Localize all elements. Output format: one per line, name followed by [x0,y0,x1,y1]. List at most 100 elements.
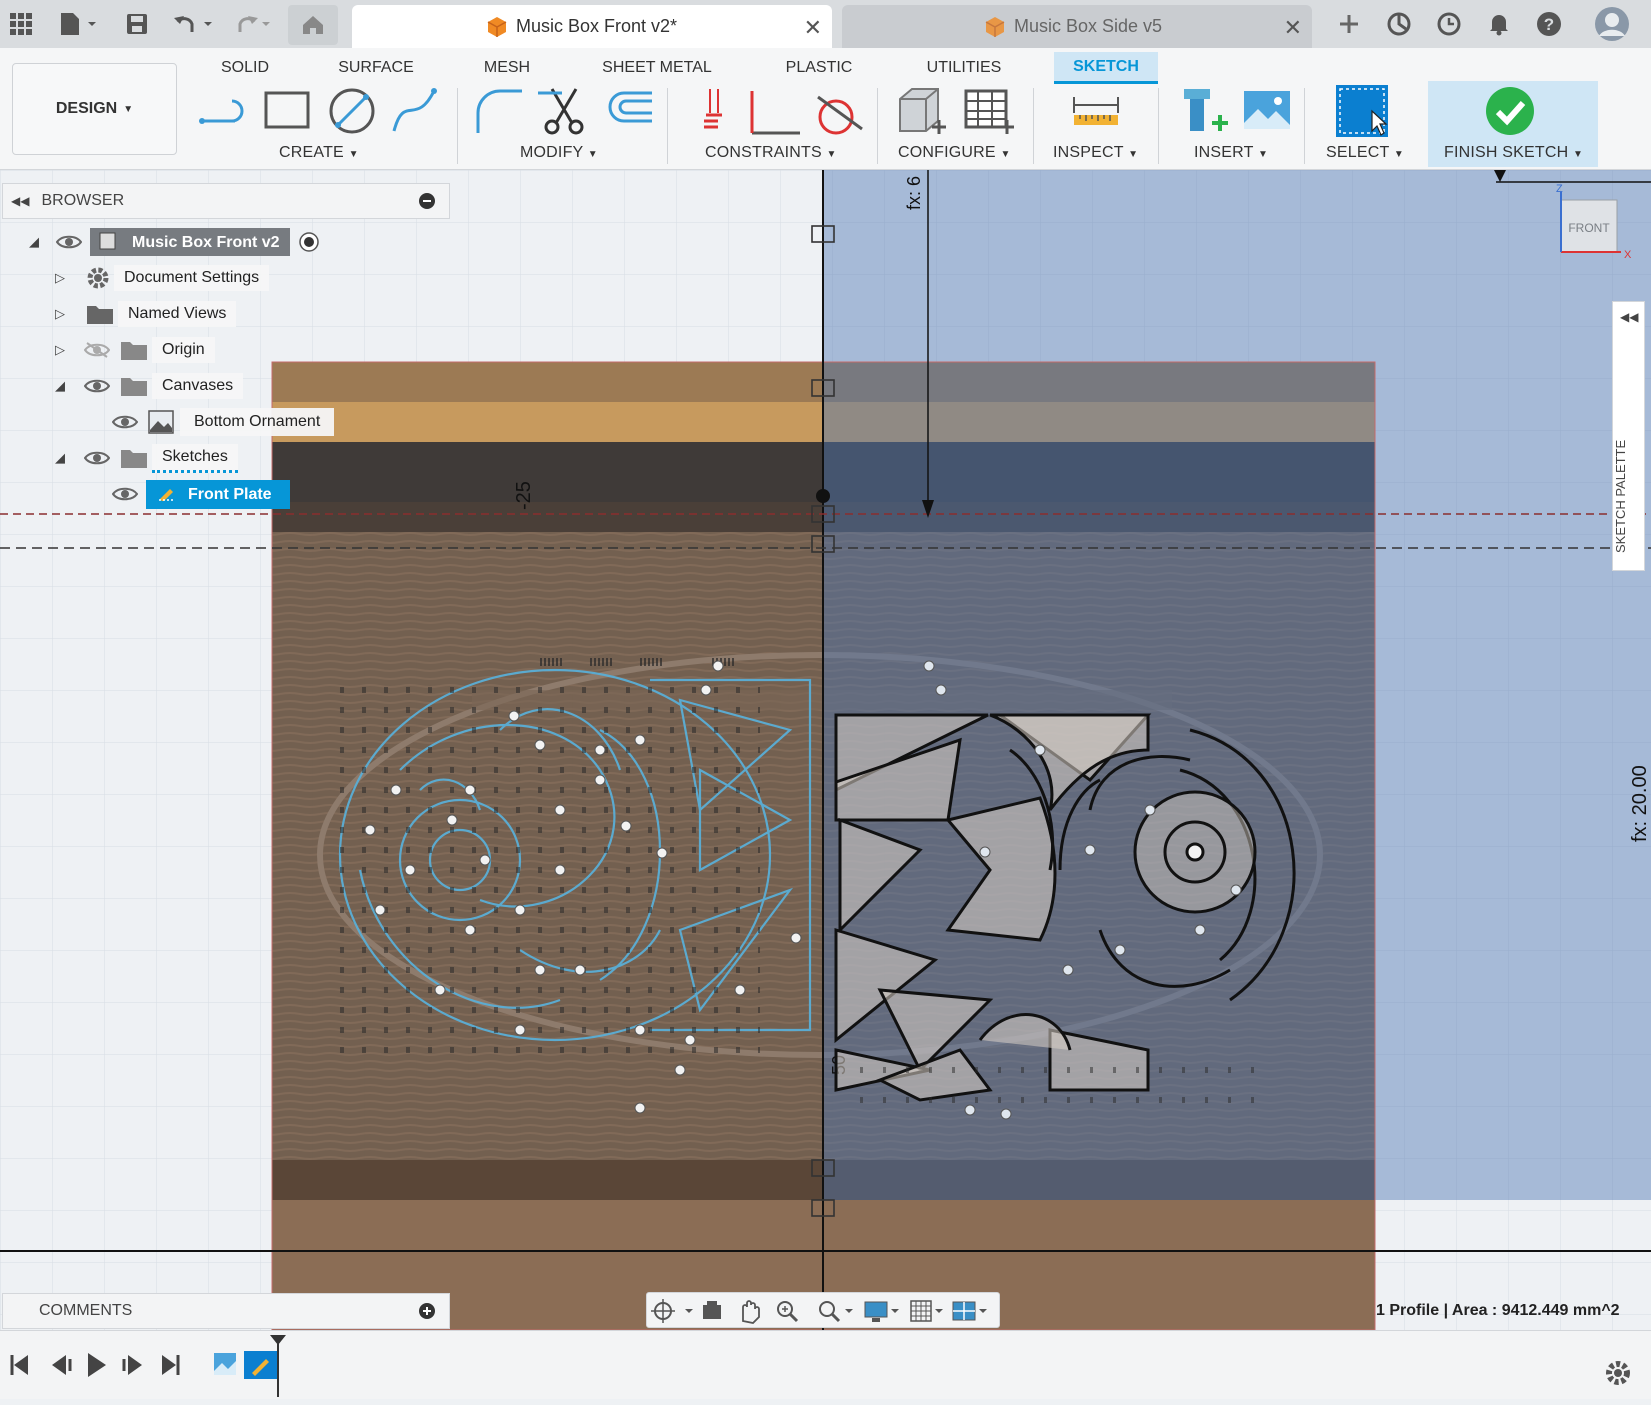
viewports-icon[interactable] [952,1301,987,1321]
dimension-vertical-label[interactable]: -25 [513,481,535,510]
dimension-right-label[interactable]: fx: 20.00 [1629,765,1651,842]
new-tab-icon[interactable] [1334,8,1364,40]
gear-icon [87,267,109,289]
visibility-eye-icon[interactable] [56,233,82,251]
user-avatar[interactable] [1592,7,1632,41]
help-icon[interactable]: ? [1534,8,1564,40]
collapse-browser-icon[interactable]: ◀◀ [11,194,29,208]
fit-zoom-icon[interactable] [819,1301,853,1323]
tab-music-box-side[interactable]: Music Box Side v5 ✕ [842,5,1312,48]
timeline-last-icon[interactable] [162,1355,180,1375]
visibility-hidden-eye-icon[interactable] [84,341,110,359]
browser-root-item[interactable]: Music Box Front v2 [90,228,290,256]
add-comment-icon[interactable] [419,1303,435,1319]
tab-utilities[interactable]: UTILITIES [916,52,1012,84]
home-icon[interactable] [288,5,338,45]
configure-table-icon[interactable] [960,83,1016,139]
browser-item-document-settings[interactable]: ▷ Document Settings [52,264,270,292]
select-window-icon[interactable] [1334,83,1390,139]
tab-solid[interactable]: SOLID [204,52,286,84]
sketch-canvas[interactable]: fx: 6 -25 fx: 20.00 50 [0,170,1651,1330]
tab-sketch[interactable]: SKETCH [1054,52,1158,84]
modify-group-label[interactable]: MODIFY ▼ [520,144,598,162]
design-viewport[interactable]: fx: 6 -25 fx: 20.00 50 [0,170,1651,1330]
browser-item-bottom-ornament[interactable]: Bottom Ornament [112,408,335,436]
selected-sketch-label[interactable]: Front Plate [146,479,290,509]
expand-triangle-icon[interactable]: ▷ [52,342,68,358]
visibility-eye-icon[interactable] [84,449,110,467]
collapse-palette-icon[interactable]: ◀◀ [1620,310,1638,324]
undo-icon[interactable] [170,8,218,40]
grid-settings-icon[interactable] [910,1300,943,1322]
rectangle-tool-icon[interactable] [260,83,316,139]
tab-music-box-front[interactable]: Music Box Front v2* ✕ [352,5,832,48]
close-tab-icon[interactable]: ✕ [1284,15,1302,41]
create-group-label[interactable]: CREATE ▼ [279,144,359,162]
timeline-prev-icon[interactable] [52,1355,72,1375]
notifications-bell-icon[interactable] [1484,8,1514,40]
finish-sketch-button[interactable]: FINISH SKETCH ▼ [1444,144,1583,162]
browser-item-sketches[interactable]: ◢ Sketches [52,443,238,473]
measure-ruler-icon[interactable] [1068,83,1124,139]
line-tool-icon[interactable] [196,83,252,139]
extensions-icon[interactable] [1384,8,1414,40]
dimension-top-label[interactable]: fx: 6 [904,176,924,210]
tab-sheet-metal[interactable]: SHEET METAL [592,52,722,84]
insert-canvas-image-icon[interactable] [1240,83,1296,139]
tab-mesh[interactable]: MESH [470,52,544,84]
browser-root-row[interactable]: ◢ Music Box Front v2 [26,228,320,256]
expand-triangle-icon[interactable]: ▷ [52,270,68,286]
timeline-sketch-feature-icon[interactable] [244,1351,278,1379]
comments-panel-header[interactable]: COMMENTS [2,1293,450,1329]
configure-parameters-icon[interactable] [894,83,950,139]
timeline-settings-gear-icon[interactable] [1606,1361,1630,1385]
tangent-constraint-icon[interactable] [812,83,868,139]
visibility-eye-icon[interactable] [84,377,110,395]
orbit-icon[interactable] [651,1299,693,1323]
constraints-group-label[interactable]: CONSTRAINTS ▼ [705,144,837,162]
timeline-canvas-feature-icon[interactable] [214,1353,236,1375]
perpendicular-constraint-icon[interactable] [748,83,804,139]
spline-tool-icon[interactable] [388,83,444,139]
file-menu-icon[interactable] [56,8,100,40]
display-settings-icon[interactable] [864,1301,899,1322]
expand-triangle-icon[interactable]: ▷ [52,306,68,322]
browser-item-canvases[interactable]: ◢ Canvases [52,372,244,400]
tab-surface[interactable]: SURFACE [326,52,426,84]
browser-item-named-views[interactable]: ▷ Named Views [52,300,237,328]
trim-scissors-icon[interactable] [536,83,592,139]
coincident-constraint-icon[interactable] [684,83,740,139]
browser-panel-header[interactable]: ◀◀ BROWSER [2,183,450,219]
timeline-first-icon[interactable] [10,1355,28,1375]
close-tab-icon[interactable]: ✕ [804,15,822,41]
save-icon[interactable] [122,8,152,40]
finish-sketch-check-icon[interactable] [1484,85,1536,137]
pan-hand-icon[interactable] [742,1300,760,1324]
insert-mcmaster-icon[interactable] [1176,83,1232,139]
timeline-next-icon[interactable] [122,1355,142,1375]
workspace-switcher-button[interactable]: DESIGN ▼ [12,63,177,155]
collapse-triangle-icon[interactable]: ◢ [26,234,42,250]
redo-icon[interactable] [228,8,276,40]
configure-group-label[interactable]: CONFIGURE ▼ [898,144,1011,162]
collapse-triangle-icon[interactable]: ◢ [52,378,68,394]
insert-group-label[interactable]: INSERT ▼ [1194,144,1268,162]
browser-pin-icon[interactable] [419,193,435,209]
browser-item-front-plate[interactable]: Front Plate [112,479,290,509]
job-status-icon[interactable] [1434,8,1464,40]
fillet-tool-icon[interactable] [472,83,528,139]
timeline-play-icon[interactable] [88,1353,106,1377]
activate-radio-icon[interactable] [298,231,320,253]
inspect-group-label[interactable]: INSPECT ▼ [1053,144,1138,162]
visibility-eye-icon[interactable] [112,485,138,503]
browser-item-origin[interactable]: ▷ Origin [52,336,215,364]
offset-tool-icon[interactable] [600,83,656,139]
circle-tool-icon[interactable] [324,83,380,139]
zoom-icon[interactable] [777,1301,799,1323]
tab-plastic[interactable]: PLASTIC [776,52,862,84]
collapse-triangle-icon[interactable]: ◢ [52,450,68,466]
look-at-icon[interactable] [703,1301,721,1319]
app-grid-icon[interactable] [6,8,36,40]
visibility-eye-icon[interactable] [112,413,138,431]
select-group-label[interactable]: SELECT ▼ [1326,144,1404,162]
